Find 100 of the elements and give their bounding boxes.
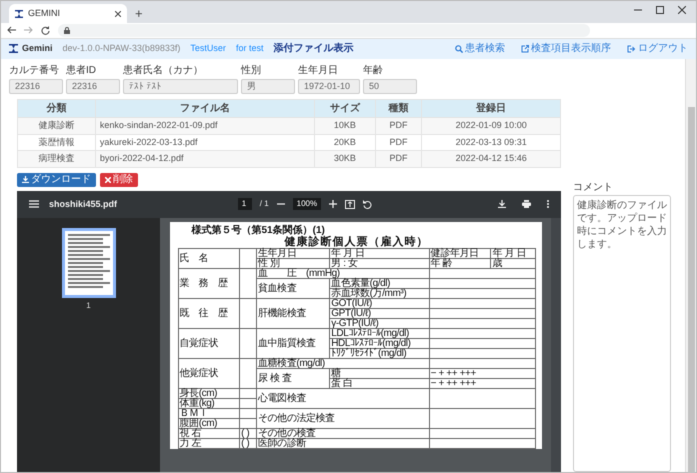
form-cell: ( )	[240, 428, 257, 438]
table-cell: 健康診断	[18, 118, 96, 134]
nav-link[interactable]: 添付ファイル表示	[273, 41, 354, 56]
input-field[interactable]: ﾃｽﾄ ﾃｽﾄ	[123, 78, 238, 94]
form-cell: 身長(cm)	[178, 388, 240, 398]
form-cell: LDLｺﾚｽﾃﾛｰﾙ(mg/dl)	[330, 328, 430, 338]
comment-label: コメント	[573, 181, 614, 196]
close-icon	[105, 176, 111, 183]
table-cell: 10KB	[314, 118, 376, 134]
close-icon[interactable]	[678, 6, 686, 14]
comment-field[interactable]: 健康診断のファイルです。アップロード時にコメントを入力します。	[573, 195, 671, 472]
download-button[interactable]: ダウンロード	[17, 172, 96, 187]
page-thumbnail[interactable]	[62, 228, 116, 298]
input-field[interactable]: 1972-01-10	[298, 78, 360, 94]
form-cell: 医師の診断	[256, 438, 430, 448]
file-name: shoshiki455.pdf	[49, 198, 118, 211]
tab-title: GEMINI	[28, 6, 62, 20]
maximize-icon[interactable]	[656, 6, 664, 14]
close-icon[interactable]	[115, 10, 121, 17]
print-icon[interactable]	[522, 200, 531, 208]
logo-icon	[9, 44, 18, 54]
table-cell: 病理検査	[18, 150, 96, 168]
reload-icon[interactable]	[41, 26, 50, 35]
zoom-in-icon[interactable]	[329, 200, 338, 208]
input-field[interactable]: 22316	[9, 78, 63, 94]
form-cell: ﾄﾘｸﾞﾘｾﾗｲﾄﾞ(mg/dl)	[330, 348, 430, 358]
form-cell: − + ++ +++	[429, 368, 535, 378]
field-label: 性別	[241, 64, 262, 78]
form-cell: その他の法定検査	[256, 408, 430, 428]
page-number-field[interactable]: 1	[238, 198, 252, 210]
scrollbar[interactable]	[685, 58, 696, 472]
form-number: 様式第５号（第51条関係）(1)	[190, 226, 325, 236]
table-cell: 2022-01-09 10:00	[422, 118, 560, 134]
delete-button[interactable]: 削除	[100, 172, 138, 187]
form-cell: 血色素量(g/dl)	[330, 278, 430, 288]
input-field[interactable]: 50	[363, 78, 417, 94]
browser-tab[interactable]: GEMINI	[9, 4, 127, 24]
form-cell: GOT(IU/ℓ)	[330, 298, 430, 308]
form-cell: 血糖検査(mg/dl)	[256, 358, 430, 368]
field-label: 生年月日	[298, 64, 339, 78]
fit-page-icon[interactable]	[345, 200, 356, 209]
input-field[interactable]: 男	[241, 78, 295, 94]
external-link-icon	[521, 44, 529, 53]
form-cell: 力 左	[178, 438, 240, 448]
form-cell: 血中脂質検査	[256, 328, 330, 358]
nav-link[interactable]: for test	[236, 42, 264, 56]
form-cell: 歳	[490, 258, 535, 268]
download-icon	[22, 176, 29, 184]
form-cell: ( )	[240, 438, 257, 448]
form-cell: − + ++ +++	[429, 378, 535, 388]
form-cell: GPT(IU/ℓ)	[330, 308, 430, 318]
field-label: カルテ番号	[9, 64, 60, 78]
table-cell: 2022-04-12 15:46	[422, 150, 560, 168]
version-text: dev-1.0.0-NPAW-33(b89833f)	[62, 42, 180, 56]
nav-link[interactable]: TestUser	[190, 42, 226, 56]
back-icon[interactable]	[7, 26, 16, 34]
form-cell: 心電図検査	[256, 388, 430, 408]
column-header: 登録日	[422, 100, 560, 118]
form-cell: 年 月 日	[330, 248, 430, 258]
field-label: 患者ID	[66, 64, 97, 78]
table-cell: byori-2022-04-12.pdf	[95, 150, 315, 168]
column-header: サイズ	[314, 100, 376, 118]
nav-link[interactable]: ログアウト	[627, 41, 688, 56]
form-cell: 尿 検 査	[256, 368, 330, 388]
form-cell: ＢＭＩ	[178, 408, 240, 418]
table-cell: PDF	[375, 150, 422, 168]
new-tab-button[interactable]: +	[127, 4, 151, 24]
form-cell: 赤血球数(万/mm³)	[330, 288, 430, 298]
form-cell: 自覚症状	[178, 328, 240, 358]
thumbnail-label: 1	[86, 300, 91, 312]
nav-link[interactable]: 検査項目表示順序	[521, 41, 611, 56]
zoom-field[interactable]: 100%	[292, 198, 322, 210]
form-cell: 他覚症状	[178, 358, 240, 388]
form-cell: 糖	[330, 368, 430, 378]
field-label: 年齢	[363, 64, 384, 78]
form-cell: 氏 名	[178, 248, 240, 268]
form-cell: HDLｺﾚｽﾃﾛｰﾙ(mg/dl)	[330, 338, 430, 348]
form-cell: 男 : 女	[330, 258, 430, 268]
scrollbar[interactable]	[551, 218, 561, 472]
brand-name: Gemini	[22, 42, 53, 56]
table-cell: kenko-sindan-2022-01-09.pdf	[95, 118, 315, 134]
form-cell: 視 右	[178, 428, 240, 438]
form-cell: 貧血検査	[256, 278, 330, 298]
form-cell: 性 別	[256, 258, 330, 268]
form-cell: 生年月日	[256, 248, 330, 258]
form-cell: 年 月 日	[490, 248, 535, 258]
download-icon[interactable]	[498, 200, 506, 208]
table-cell: 30KB	[314, 150, 376, 168]
column-header: 分類	[18, 100, 96, 118]
rotate-icon[interactable]	[363, 200, 372, 209]
form-cell: 既 往 歴	[178, 298, 240, 328]
search-icon	[455, 44, 463, 53]
nav-link[interactable]: 患者検索	[455, 41, 505, 56]
input-field[interactable]: 22316	[66, 78, 120, 94]
field-label: 患者氏名（カナ）	[123, 64, 204, 78]
form-cell: 業 務 歴	[178, 268, 240, 298]
column-header: 種類	[375, 100, 422, 118]
menu-icon[interactable]	[29, 200, 39, 208]
form-cell: 体重(kg)	[178, 398, 240, 408]
logout-icon	[627, 44, 636, 53]
